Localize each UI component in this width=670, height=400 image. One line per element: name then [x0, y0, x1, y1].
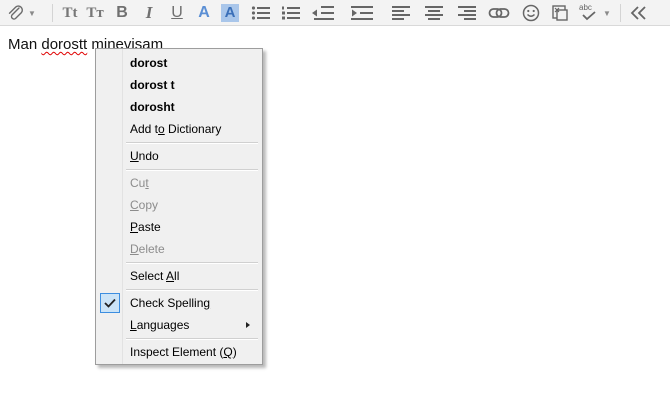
insert-object-icon [552, 5, 568, 21]
bullet-list-button[interactable] [249, 2, 273, 24]
insert-link-button[interactable] [486, 2, 512, 24]
menu-label: Select [130, 269, 167, 283]
menu-label: Inspect Element ( [130, 345, 224, 359]
align-left-icon [392, 6, 410, 20]
editor-word: Man [8, 36, 38, 53]
menu-label: ndo [138, 149, 159, 163]
menu-label: aste [138, 220, 161, 234]
delete-item[interactable]: Delete [98, 238, 260, 260]
menu-label: Check Spellin [130, 296, 204, 310]
menu-label: ) [232, 345, 237, 359]
toolbar-divider [52, 4, 53, 22]
indent-button[interactable] [348, 2, 376, 24]
suggestion-item[interactable]: dorosht [98, 96, 260, 118]
check-spelling-item[interactable]: Check Spelling [98, 292, 260, 314]
menu-label: opy [138, 198, 159, 212]
checkmark-icon [100, 293, 120, 313]
insert-object-button[interactable] [548, 2, 572, 24]
menu-accesskey: L [130, 318, 137, 332]
underline-button[interactable]: U [167, 2, 187, 24]
highlight-color-icon: A [221, 4, 239, 22]
font-size-smaller-icon: Tt [62, 4, 78, 21]
menu-accesskey: C [130, 198, 139, 212]
menu-separator [126, 338, 258, 340]
chevron-down-icon: ▼ [603, 8, 611, 18]
menu-separator [126, 142, 258, 144]
spelling-context-menu: dorost dorost t dorosht Add to Dictionar… [95, 48, 263, 365]
font-size-larger-button[interactable]: Tт [84, 2, 106, 24]
italic-icon: I [145, 3, 153, 22]
menu-accesskey: A [166, 269, 175, 283]
menu-label: Cu [130, 176, 146, 190]
menu-accesskey: g [203, 296, 211, 310]
cut-item[interactable]: Cut [98, 172, 260, 194]
suggestion-label: dorost t [130, 78, 175, 92]
copy-item[interactable]: Copy [98, 194, 260, 216]
paperclip-icon [8, 5, 23, 20]
insert-emoji-button[interactable] [519, 2, 543, 24]
numbered-list-button[interactable] [279, 2, 303, 24]
font-size-smaller-button[interactable]: Tt [59, 2, 81, 24]
suggestion-item[interactable]: dorost t [98, 74, 260, 96]
numbered-list-icon [282, 6, 300, 20]
misspelled-word[interactable]: dorostt [41, 36, 87, 53]
menu-label: elete [138, 242, 165, 256]
undo-item[interactable]: Undo [98, 145, 260, 167]
menu-label: Dictionary [164, 122, 222, 136]
highlight-color-button[interactable]: A [220, 2, 240, 24]
align-right-button[interactable] [455, 2, 479, 24]
bullet-list-icon [251, 6, 270, 20]
bold-icon: B [116, 4, 128, 21]
menu-label: Add t [130, 122, 159, 136]
menu-accesskey: Q [223, 345, 233, 359]
submenu-arrow-icon [246, 322, 250, 328]
menu-label: anguages [136, 318, 190, 332]
text-color-button[interactable]: A [194, 2, 214, 24]
outdent-button[interactable] [309, 2, 337, 24]
paste-item[interactable]: Paste [98, 216, 260, 238]
menu-accesskey: t [145, 176, 149, 190]
indent-icon [351, 6, 373, 20]
formatting-toolbar: ▼ Tt Tт B I U A A abc ▼ [0, 0, 670, 26]
add-to-dictionary-item[interactable]: Add to Dictionary [98, 118, 260, 140]
inspect-element-item[interactable]: Inspect Element (Q) [98, 341, 260, 363]
suggestion-label: dorosht [130, 100, 175, 114]
chevron-down-icon: ▼ [28, 8, 36, 18]
align-left-button[interactable] [389, 2, 413, 24]
underline-icon: U [171, 4, 183, 21]
smiley-icon [522, 4, 540, 22]
collapse-toolbar-button[interactable] [627, 2, 651, 24]
spell-check-button[interactable]: abc ▼ [576, 2, 614, 24]
bold-button[interactable]: B [112, 2, 132, 24]
spell-check-icon: abc [579, 3, 599, 23]
double-chevron-left-icon [630, 6, 646, 20]
suggestion-label: dorost [130, 56, 168, 70]
menu-separator [126, 169, 258, 171]
menu-accesskey: D [130, 242, 139, 256]
toolbar-divider [620, 4, 621, 22]
suggestion-item[interactable]: dorost [98, 52, 260, 74]
menu-separator [126, 262, 258, 264]
align-right-icon [458, 6, 476, 20]
attach-file-button[interactable]: ▼ [4, 2, 38, 24]
menu-accesskey: o [158, 122, 165, 136]
languages-item[interactable]: Languages [98, 314, 260, 336]
menu-accesskey: U [130, 149, 139, 163]
outdent-icon [312, 6, 334, 20]
menu-label: ll [174, 269, 180, 283]
italic-button[interactable]: I [139, 2, 159, 24]
align-center-button[interactable] [422, 2, 446, 24]
menu-accesskey: P [130, 220, 139, 234]
link-icon [488, 8, 510, 18]
align-center-icon [425, 6, 443, 20]
font-size-larger-icon: Tт [86, 4, 104, 21]
text-color-icon: A [198, 4, 210, 21]
select-all-item[interactable]: Select All [98, 265, 260, 287]
menu-separator [126, 289, 258, 291]
